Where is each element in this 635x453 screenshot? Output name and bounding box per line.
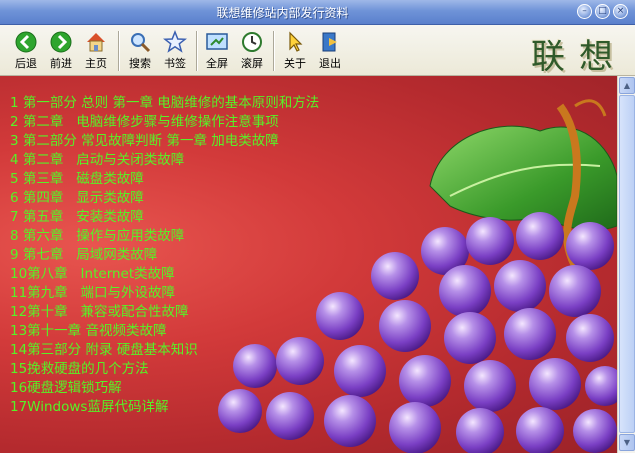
exit-button[interactable]: 退出 [314, 30, 346, 72]
home-icon [87, 33, 105, 52]
toolbar-separator [273, 31, 275, 71]
toc-item[interactable]: 3 第二部分 常见故障判断 第一章 加电类故障 [10, 132, 319, 151]
search-label: 搜索 [129, 57, 151, 70]
clock-icon [242, 32, 262, 52]
toc-item[interactable]: 8 第六章 操作与应用类故障 [10, 227, 319, 246]
vertical-scrollbar[interactable]: ▲ ▼ [617, 76, 635, 453]
minimize-button[interactable]: – [577, 4, 592, 19]
toc-item[interactable]: 10第八章 Internet类故障 [10, 265, 319, 284]
scrollbar-thumb[interactable] [619, 95, 635, 433]
search-icon [131, 33, 151, 53]
toolbar: 后退 前进 主页 搜索 书签 全屏 滚屏 关于 退出 联想 [0, 25, 635, 77]
toc-item[interactable]: 14第三部分 附录 硬盘基本知识 [10, 341, 319, 360]
table-of-contents: 1 第一部分 总则 第一章 电脑维修的基本原则和方法 2 第二章 电脑维修步骤与… [10, 94, 319, 417]
scroll-up-button[interactable]: ▲ [619, 77, 635, 94]
toc-item[interactable]: 5 第三章 磁盘类故障 [10, 170, 319, 189]
about-button[interactable]: 关于 [279, 30, 311, 72]
fullscreen-button[interactable]: 全屏 [201, 30, 233, 72]
toc-item[interactable]: 7 第五章 安装类故障 [10, 208, 319, 227]
maximize-button[interactable]: □ [595, 4, 610, 19]
close-button[interactable]: × [613, 4, 628, 19]
exit-label: 退出 [319, 57, 341, 70]
toc-item[interactable]: 2 第二章 电脑维修步骤与维修操作注意事项 [10, 113, 319, 132]
toc-item[interactable]: 11第九章 端口与外设故障 [10, 284, 319, 303]
toc-item[interactable]: 15挽救硬盘的几个方法 [10, 360, 319, 379]
about-label: 关于 [284, 57, 306, 70]
bookmarks-button[interactable]: 书签 [159, 30, 191, 72]
brand-logo: 联想 [531, 37, 627, 77]
scroll-down-button[interactable]: ▼ [619, 434, 635, 451]
toc-item[interactable]: 9 第七章 局域网类故障 [10, 246, 319, 265]
search-button[interactable]: 搜索 [124, 30, 156, 72]
home-button[interactable]: 主页 [80, 30, 112, 72]
exit-door-icon [322, 32, 337, 52]
back-arrow-icon [15, 31, 37, 53]
toc-item[interactable]: 17Windows蓝屏代码详解 [10, 398, 319, 417]
back-button[interactable]: 后退 [10, 30, 42, 72]
scroll-label: 滚屏 [241, 57, 263, 70]
toolbar-separator [196, 31, 198, 71]
forward-label: 前进 [50, 57, 72, 70]
bookmarks-label: 书签 [164, 57, 186, 70]
fullscreen-icon [206, 33, 228, 50]
toc-item[interactable]: 1 第一部分 总则 第一章 电脑维修的基本原则和方法 [10, 94, 319, 113]
back-label: 后退 [15, 57, 37, 70]
title-bar: 联想维修站内部发行资料 – □ × [0, 0, 635, 25]
content-area: 1 第一部分 总则 第一章 电脑维修的基本原则和方法 2 第二章 电脑维修步骤与… [0, 76, 617, 453]
scroll-button[interactable]: 滚屏 [236, 30, 268, 72]
window-title: 联想维修站内部发行资料 [216, 6, 349, 20]
toc-item[interactable]: 16硬盘逻辑锁巧解 [10, 379, 319, 398]
pointer-icon [289, 31, 303, 52]
toolbar-separator [118, 31, 120, 71]
fullscreen-label: 全屏 [206, 57, 228, 70]
forward-arrow-icon [50, 31, 72, 53]
home-label: 主页 [85, 57, 107, 70]
toc-item[interactable]: 6 第四章 显示类故障 [10, 189, 319, 208]
toc-item[interactable]: 12第十章 兼容或配合性故障 [10, 303, 319, 322]
forward-button[interactable]: 前进 [45, 30, 77, 72]
star-icon [163, 30, 187, 53]
toc-item[interactable]: 13第十一章 音视频类故障 [10, 322, 319, 341]
app-window: 联想维修站内部发行资料 – □ × 后退 前进 主页 搜索 书签 全屏 滚屏 关… [0, 0, 635, 453]
toc-item[interactable]: 4 第二章 启动与关闭类故障 [10, 151, 319, 170]
